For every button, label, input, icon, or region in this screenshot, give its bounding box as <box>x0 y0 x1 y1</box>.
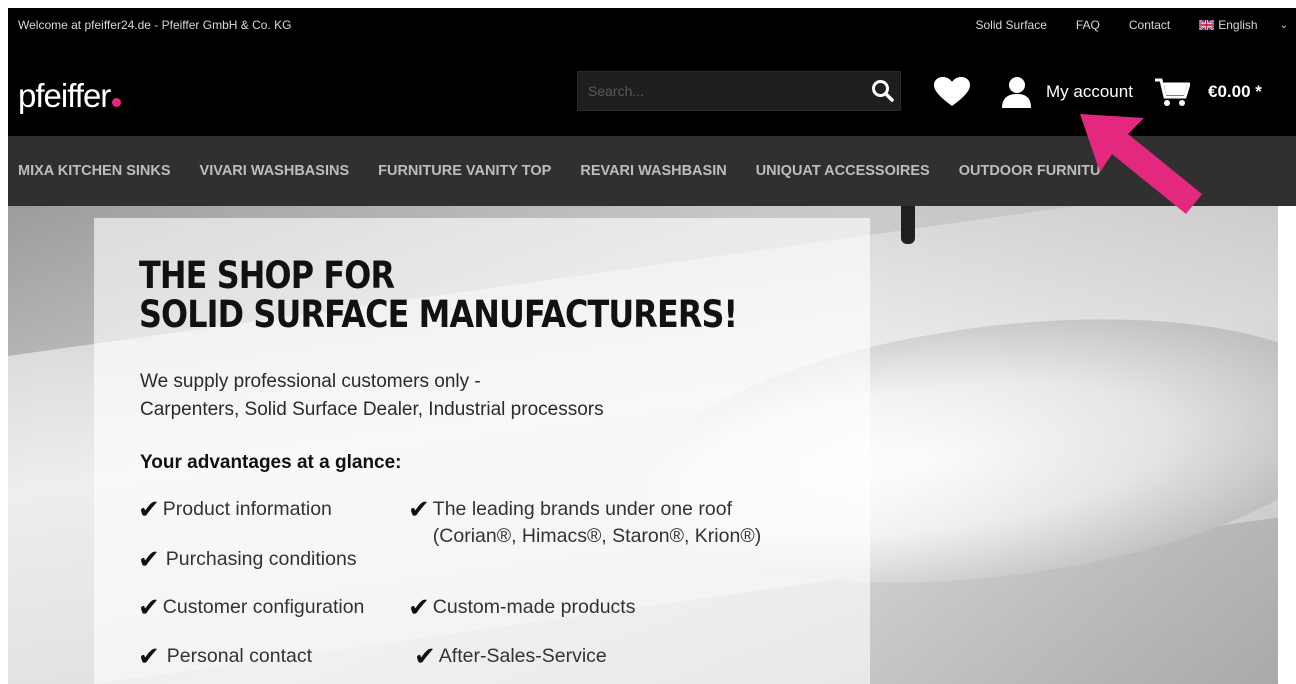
advantage-item: ✔ Purchasing conditions <box>138 544 357 574</box>
checkmark-icon: ✔ <box>138 494 160 524</box>
advantage-text: The leading brands under one roof <box>432 498 733 520</box>
advantage-text: After-Sales-Service <box>438 645 607 667</box>
advantage-text: Product information <box>162 498 332 520</box>
logo[interactable]: pfeiffer <box>18 77 122 114</box>
hero-headline: THE SHOP FOR SOLID SURFACE MANUFACTURERS… <box>139 254 738 336</box>
advantage-item: ✔ The leading brands under one roof (Cor… <box>408 494 761 548</box>
hero-shadow <box>868 206 1278 684</box>
top-link-contact[interactable]: Contact <box>1129 18 1170 32</box>
hero-banner[interactable]: THE SHOP FOR SOLID SURFACE MANUFACTURERS… <box>8 206 1278 684</box>
advantage-text: (Corian®, Himacs®, Staron®, Krion®) <box>432 525 762 547</box>
advantage-text-block: The leading brands under one roof (Coria… <box>433 498 761 548</box>
nav-item-furniture-vanity-top[interactable]: FURNITURE VANITY TOP <box>378 163 551 179</box>
advantage-item: ✔ Product information <box>138 494 332 524</box>
top-links: Solid Surface FAQ Contact English ⌄ <box>947 18 1289 32</box>
hero-subtitle-line1: We supply professional customers only - <box>140 371 481 392</box>
nav-item-mixa-kitchen-sinks[interactable]: MIXA KITCHEN SINKS <box>18 163 171 179</box>
advantage-item: ✔ Customer configuration <box>138 592 365 622</box>
advantage-item: ✔ Custom-made products <box>408 592 636 622</box>
heart-icon[interactable] <box>934 77 970 107</box>
user-icon <box>1002 77 1031 108</box>
checkmark-icon: ✔ <box>408 494 430 524</box>
advantages-title: Your advantages at a glance: <box>140 452 402 473</box>
logo-text: pfeiffer <box>18 77 111 114</box>
hero-headline-line2: SOLID SURFACE MANUFACTURERS! <box>139 293 738 336</box>
checkmark-icon: ✔ <box>408 592 430 622</box>
advantage-item: ✔ After-Sales-Service <box>414 641 607 671</box>
advantage-text: Customer configuration <box>162 596 365 618</box>
cart-button[interactable]: €0.00 * <box>1154 76 1262 108</box>
checkmark-icon: ✔ <box>138 641 160 671</box>
cart-icon <box>1155 78 1190 106</box>
my-account-button[interactable]: My account <box>998 76 1133 108</box>
advantage-text: Purchasing conditions <box>165 548 357 570</box>
my-account-label: My account <box>1046 82 1133 101</box>
uk-flag-icon <box>1199 20 1215 30</box>
advantage-text: Custom-made products <box>432 596 636 618</box>
advantage-text: Personal contact <box>166 645 313 667</box>
hero-subtitle: We supply professional customers only - … <box>140 368 604 424</box>
top-link-faq[interactable]: FAQ <box>1076 18 1100 32</box>
nav-item-vivari-washbasins[interactable]: VIVARI WASHBASINS <box>200 163 350 179</box>
top-link-solid-surface[interactable]: Solid Surface <box>976 18 1047 32</box>
search-icon[interactable] <box>870 78 896 104</box>
checkmark-icon: ✔ <box>138 544 160 574</box>
search-box <box>577 71 901 111</box>
pointer-arrow-icon <box>1080 114 1202 214</box>
hero-text-panel: THE SHOP FOR SOLID SURFACE MANUFACTURERS… <box>94 218 870 684</box>
language-selector[interactable]: English ⌄ <box>1199 18 1288 32</box>
nav-item-uniquat-accessoires[interactable]: UNIQUAT ACCESSOIRES <box>756 163 930 179</box>
search-input[interactable] <box>578 72 848 110</box>
top-bar: Welcome at pfeiffer24.de - Pfeiffer GmbH… <box>8 8 1296 44</box>
cart-total: €0.00 * <box>1208 82 1262 101</box>
checkmark-icon: ✔ <box>414 641 436 671</box>
nav-item-revari-washbasin[interactable]: REVARI WASHBASIN <box>580 163 726 179</box>
page: Welcome at pfeiffer24.de - Pfeiffer GmbH… <box>8 8 1296 684</box>
hero-subtitle-line2: Carpenters, Solid Surface Dealer, Indust… <box>140 399 604 420</box>
advantage-item: ✔ Personal contact <box>138 641 313 671</box>
language-label: English <box>1218 18 1258 32</box>
welcome-text: Welcome at pfeiffer24.de - Pfeiffer GmbH… <box>18 18 292 32</box>
logo-dot <box>112 98 122 107</box>
chevron-down-icon: ⌄ <box>1279 19 1288 31</box>
hero-headline-line1: THE SHOP FOR <box>139 254 395 297</box>
checkmark-icon: ✔ <box>138 592 160 622</box>
